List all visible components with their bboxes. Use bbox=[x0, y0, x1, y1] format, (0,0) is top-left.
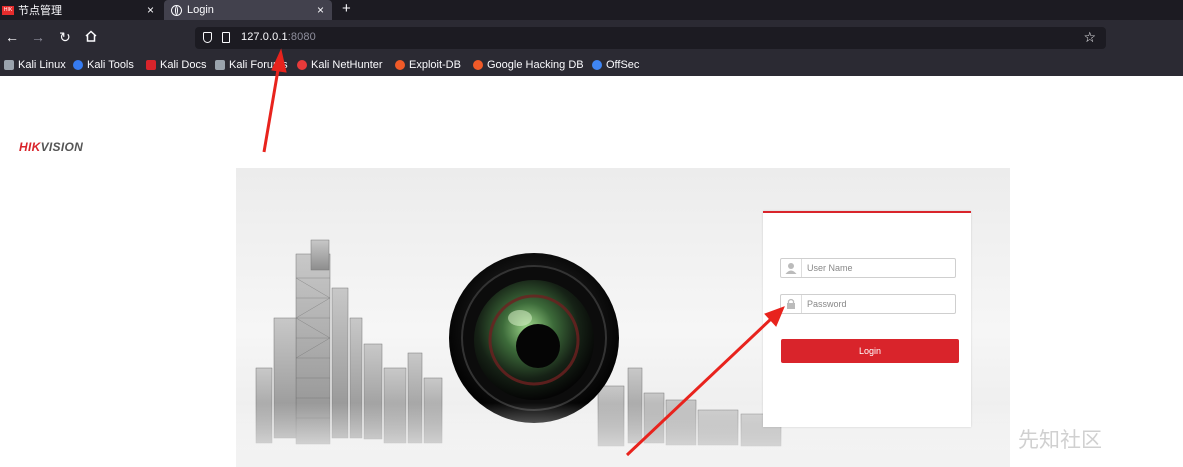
arrow-to-url-port bbox=[262, 48, 287, 153]
arrow-to-password-field bbox=[625, 306, 785, 457]
xianzhi-watermark: 先知社区 bbox=[1018, 428, 1102, 452]
annotation-arrows bbox=[262, 48, 785, 457]
